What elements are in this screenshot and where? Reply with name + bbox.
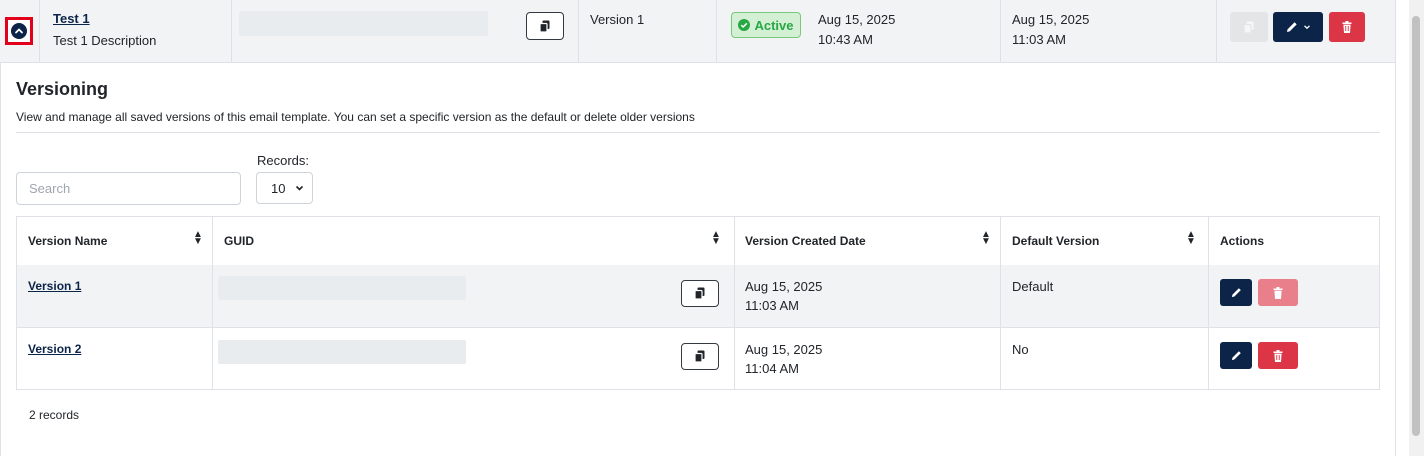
cell-divider [39,0,40,62]
version-name-link[interactable]: Version 1 [28,279,81,293]
copy-icon [694,287,706,300]
cell-divider [1216,0,1217,62]
sort-icon[interactable]: ▲ ▼ [1186,230,1196,247]
created-time: 10:43 AM [818,32,873,47]
column-divider [1000,217,1001,389]
status-label: Active [754,17,794,33]
modified-date: Aug 15, 2025 [1012,12,1090,27]
template-row: Test 1 Test 1 Description Version 1 Acti… [0,0,1395,63]
modified-time: 11:03 AM [1012,32,1066,47]
collapse-toggle-button[interactable] [5,17,33,45]
status-badge: Active [731,12,801,38]
cell-divider [578,0,579,62]
versioning-description: View and manage all saved versions of th… [16,110,695,124]
records-label: Records: [257,153,310,168]
cell-divider [1000,0,1001,62]
cell-divider [716,0,717,62]
default-version-value: Default [1012,279,1054,294]
duplicate-button[interactable] [1230,12,1268,42]
delete-version-button[interactable] [1258,342,1298,369]
vertical-scrollbar[interactable] [1409,0,1424,456]
check-circle-icon [738,19,751,31]
sort-icon[interactable]: ▲ ▼ [711,230,721,247]
guid-placeholder [218,340,466,364]
trash-icon [1273,286,1283,299]
guid-placeholder [218,276,466,300]
version-created-time: 11:04 AM [745,361,799,376]
edit-version-button[interactable] [1220,279,1252,306]
scrollbar-thumb[interactable] [1412,16,1420,436]
records-count: 2 records [29,408,80,422]
trash-icon [1273,349,1283,362]
delete-template-button[interactable] [1329,12,1365,42]
table-row: Version 2 Aug 15, 2025 11:04 AM No [17,328,1379,390]
version-name-link[interactable]: Version 2 [28,342,81,356]
copy-guid-button[interactable] [681,343,719,370]
table-header: Version Name ▲ ▼ GUID ▲ ▼ Version Created … [17,217,1379,266]
column-divider [212,217,213,389]
version-created-date: Aug 15, 2025 [745,279,823,294]
pencil-icon [1231,287,1242,298]
edit-dropdown-button[interactable] [1273,12,1323,42]
column-divider [1208,217,1209,389]
created-date: Aug 15, 2025 [818,12,896,27]
copy-guid-button[interactable] [681,280,719,307]
chevron-down-icon [1303,23,1311,31]
versions-table: Version Name ▲ ▼ GUID ▲ ▼ Version Created … [16,216,1380,390]
copy-guid-button[interactable] [526,12,564,40]
sort-icon[interactable]: ▲ ▼ [193,230,203,247]
guid-placeholder [239,11,488,36]
current-version: Version 1 [590,12,645,27]
template-name-link[interactable]: Test 1 [53,11,90,26]
chevron-up-icon [11,23,27,39]
table-row: Version 1 Aug 15, 2025 11:03 AM Default [17,265,1379,327]
default-version-value: No [1012,342,1029,357]
copy-icon [694,350,706,363]
pencil-icon [1231,350,1242,361]
column-header-guid[interactable]: GUID [224,234,254,248]
copy-icon [539,20,551,33]
version-created-time: 11:03 AM [745,298,799,313]
edit-version-button[interactable] [1220,342,1252,369]
records-per-page-select[interactable]: 10 [256,172,313,204]
versioning-title: Versioning [16,79,109,99]
delete-version-button[interactable] [1258,279,1298,306]
chevron-down-icon [295,184,304,192]
pencil-icon [1286,21,1298,33]
sort-icon[interactable]: ▲ ▼ [981,230,991,247]
column-header-version-name[interactable]: Version Name [28,234,107,248]
column-header-default-version[interactable]: Default Version [1012,234,1099,248]
copy-icon [1243,21,1255,34]
cell-divider [231,0,232,62]
column-header-version-created-date[interactable]: Version Created Date [745,234,866,248]
trash-icon [1342,21,1352,33]
records-value: 10 [271,180,286,196]
version-created-date: Aug 15, 2025 [745,342,823,357]
divider [16,132,1380,133]
column-header-actions: Actions [1220,234,1265,248]
template-description: Test 1 Description [53,33,157,48]
column-divider [734,217,735,389]
search-input[interactable] [16,172,241,205]
